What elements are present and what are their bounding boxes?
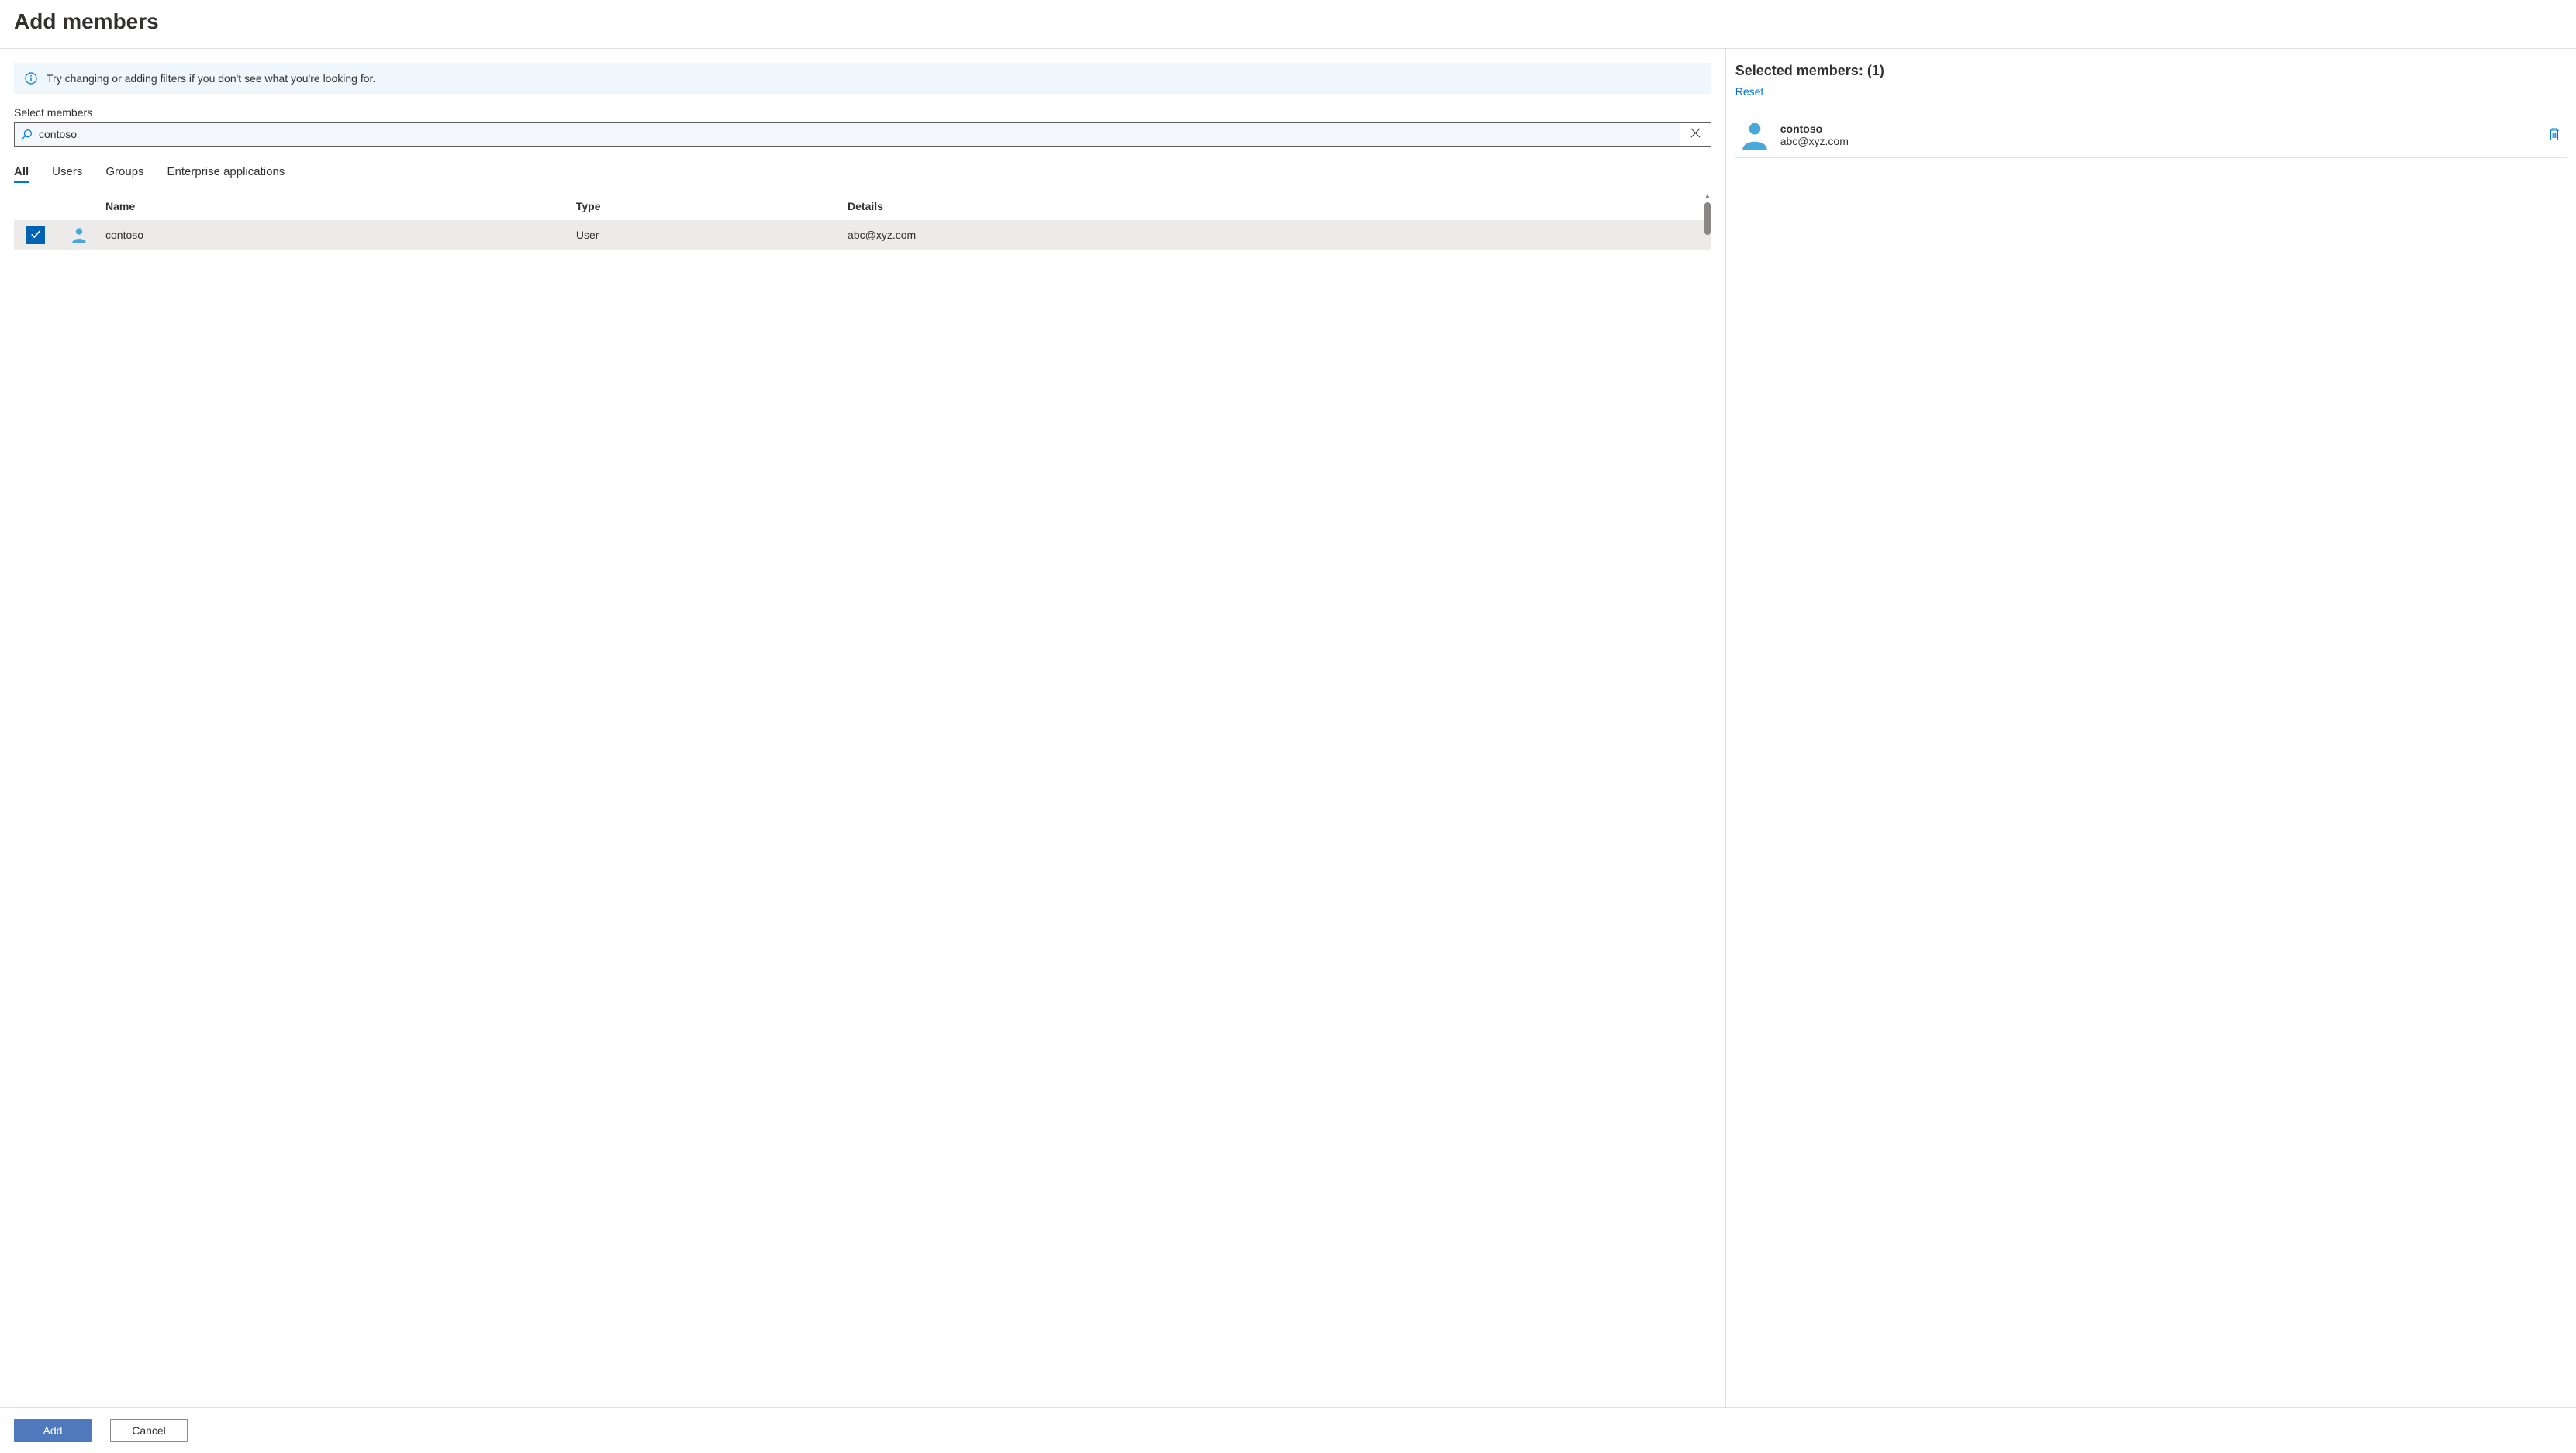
results-table: ▲ Name Type Details xyxy=(14,192,1711,1393)
table-header-row: Name Type Details xyxy=(14,192,1711,220)
search-field[interactable] xyxy=(14,122,1711,147)
user-avatar-icon xyxy=(70,226,88,244)
info-banner-text: Try changing or adding filters if you do… xyxy=(47,72,375,85)
clear-search-button[interactable] xyxy=(1680,123,1711,146)
x-icon xyxy=(1690,128,1701,140)
checkmark-icon xyxy=(30,229,41,242)
selected-members-heading: Selected members: (1) xyxy=(1735,63,2567,79)
tab-groups[interactable]: Groups xyxy=(105,165,143,183)
row-type: User xyxy=(576,229,848,241)
reset-link[interactable]: Reset xyxy=(1735,85,1764,98)
footer: Add Cancel xyxy=(0,1407,2576,1453)
row-checkbox[interactable] xyxy=(26,226,45,244)
search-label: Select members xyxy=(14,106,1711,119)
selected-member-item: contoso abc@xyz.com xyxy=(1735,112,2567,158)
scroll-up-icon: ▲ xyxy=(1704,192,1711,201)
selected-member-details: abc@xyz.com xyxy=(1780,135,2545,147)
filter-tabs: All Users Groups Enterprise applications xyxy=(14,165,1711,183)
tab-users[interactable]: Users xyxy=(52,165,82,183)
tab-enterprise-applications[interactable]: Enterprise applications xyxy=(167,165,285,183)
scrollbar[interactable]: ▲ xyxy=(1704,192,1711,235)
page-title: Add members xyxy=(14,9,159,34)
info-banner: Try changing or adding filters if you do… xyxy=(14,63,1711,94)
scroll-thumb[interactable] xyxy=(1704,202,1711,235)
cancel-button[interactable]: Cancel xyxy=(110,1419,188,1442)
remove-member-button[interactable] xyxy=(2545,124,2564,147)
panel-header: Add members xyxy=(0,0,2576,48)
selected-member-name: contoso xyxy=(1780,123,2545,135)
selected-count: (1) xyxy=(1867,63,1884,78)
col-header-name[interactable]: Name xyxy=(101,200,576,212)
col-header-details[interactable]: Details xyxy=(848,200,1711,212)
search-icon xyxy=(15,129,39,140)
tab-all[interactable]: All xyxy=(14,165,29,183)
info-icon xyxy=(25,72,37,85)
add-button[interactable]: Add xyxy=(14,1419,92,1442)
selected-panel: Selected members: (1) Reset contoso abc@… xyxy=(1726,49,2576,1407)
trash-icon xyxy=(2548,132,2560,143)
table-row[interactable]: contoso User abc@xyz.com xyxy=(14,220,1711,250)
col-header-type[interactable]: Type xyxy=(576,200,848,212)
search-input[interactable] xyxy=(39,123,1680,146)
search-panel: Try changing or adding filters if you do… xyxy=(0,49,1726,1407)
close-button[interactable] xyxy=(2556,9,2562,32)
row-details: abc@xyz.com xyxy=(848,229,1711,241)
user-avatar-icon xyxy=(1739,119,1771,151)
row-name: contoso xyxy=(101,229,576,241)
